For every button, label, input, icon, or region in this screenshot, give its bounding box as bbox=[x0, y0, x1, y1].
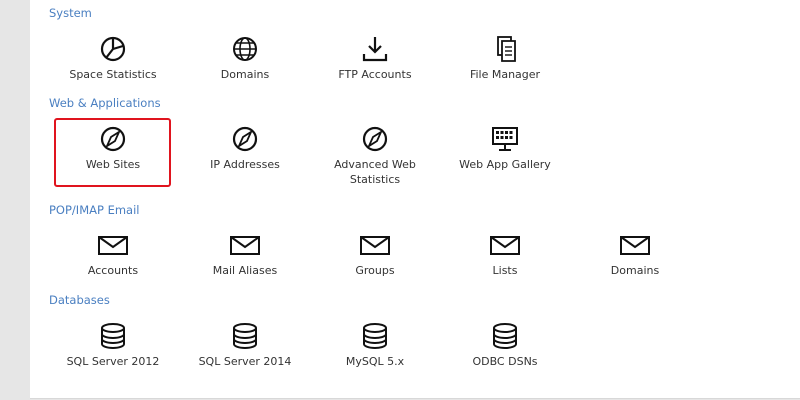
database-icon bbox=[358, 321, 392, 351]
compass-icon bbox=[96, 124, 130, 154]
compass-icon bbox=[358, 124, 392, 154]
tile-label: MySQL 5.x bbox=[345, 355, 405, 368]
tile-label: FTP Accounts bbox=[338, 68, 412, 81]
tile-ftp-accounts[interactable]: FTP Accounts bbox=[316, 34, 434, 82]
pie-chart-icon bbox=[96, 34, 130, 64]
section-title-system: System bbox=[49, 6, 92, 20]
envelope-icon bbox=[488, 230, 522, 260]
download-icon bbox=[358, 34, 392, 64]
tile-label: SQL Server 2012 bbox=[66, 355, 160, 368]
compass-icon bbox=[228, 124, 262, 154]
monitor-grid-icon bbox=[488, 124, 522, 154]
tile-label: Advanced Web Statistics bbox=[334, 158, 416, 186]
tile-mysql-5x[interactable]: MySQL 5.x bbox=[316, 321, 434, 369]
tile-label: Web App Gallery bbox=[459, 158, 551, 171]
database-icon bbox=[488, 321, 522, 351]
tile-label: Accounts bbox=[87, 264, 139, 277]
database-icon bbox=[228, 321, 262, 351]
tile-label: Space Statistics bbox=[69, 68, 157, 81]
tile-label: Mail Aliases bbox=[212, 264, 278, 277]
tile-ip-addresses[interactable]: IP Addresses bbox=[186, 124, 304, 172]
envelope-icon bbox=[358, 230, 392, 260]
tile-lists[interactable]: Lists bbox=[446, 230, 564, 278]
tile-accounts[interactable]: Accounts bbox=[54, 230, 172, 278]
tile-label: Web Sites bbox=[85, 158, 141, 171]
tile-label: Domains bbox=[220, 68, 270, 81]
database-icon bbox=[96, 321, 130, 351]
tile-domains[interactable]: Domains bbox=[186, 34, 304, 82]
tile-label: SQL Server 2014 bbox=[198, 355, 292, 368]
tile-sql-server-2014[interactable]: SQL Server 2014 bbox=[186, 321, 304, 369]
tile-label: File Manager bbox=[469, 68, 541, 81]
tile-sql-server-2012[interactable]: SQL Server 2012 bbox=[54, 321, 172, 369]
section-title-web-applications: Web & Applications bbox=[49, 96, 161, 110]
tile-mail-aliases[interactable]: Mail Aliases bbox=[186, 230, 304, 278]
tile-label: Groups bbox=[355, 264, 395, 277]
tile-web-sites[interactable]: Web Sites bbox=[54, 124, 172, 172]
section-title-pop-imap-email: POP/IMAP Email bbox=[49, 203, 140, 217]
tile-web-app-gallery[interactable]: Web App Gallery bbox=[446, 124, 564, 172]
envelope-icon bbox=[96, 230, 130, 260]
envelope-icon bbox=[228, 230, 262, 260]
tile-groups[interactable]: Groups bbox=[316, 230, 434, 278]
tile-label: ODBC DSNs bbox=[472, 355, 538, 368]
tile-file-manager[interactable]: File Manager bbox=[446, 34, 564, 82]
section-title-databases: Databases bbox=[49, 293, 110, 307]
tile-mail-domains[interactable]: Domains bbox=[576, 230, 694, 278]
tile-space-statistics[interactable]: Space Statistics bbox=[54, 34, 172, 82]
tile-odbc-dsns[interactable]: ODBC DSNs bbox=[446, 321, 564, 369]
globe-icon bbox=[228, 34, 262, 64]
tile-label: Lists bbox=[492, 264, 518, 277]
hosting-control-panel: System Space Statistics Domains FTP Acco… bbox=[30, 0, 800, 399]
tile-label: Domains bbox=[610, 264, 660, 277]
envelope-icon bbox=[618, 230, 652, 260]
document-icon bbox=[488, 34, 522, 64]
tile-advanced-web-statistics[interactable]: Advanced Web Statistics bbox=[316, 124, 434, 187]
tile-label: IP Addresses bbox=[210, 158, 280, 171]
